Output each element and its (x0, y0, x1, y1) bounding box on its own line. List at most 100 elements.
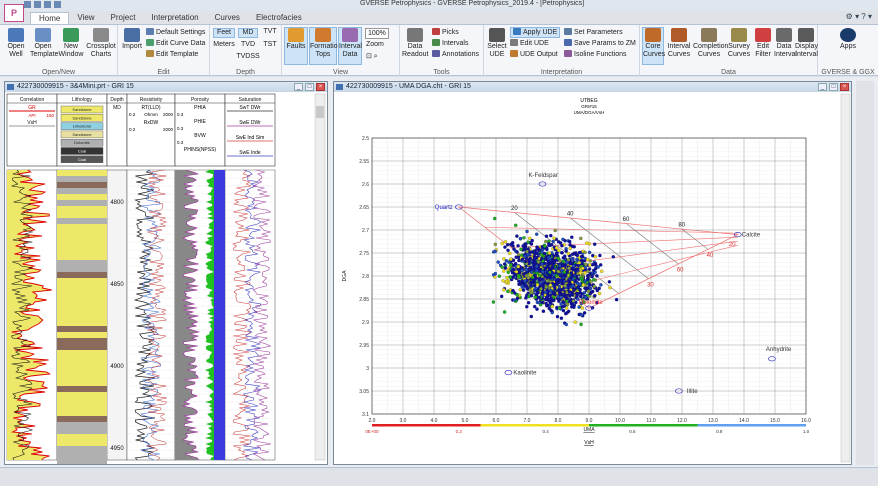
import-button[interactable]: Import (120, 28, 144, 51)
chart-scrollbar[interactable] (840, 93, 851, 463)
minimize-button[interactable]: _ (818, 83, 827, 91)
tvdss-button[interactable]: TVDSS (236, 53, 260, 61)
undo-icon[interactable] (34, 1, 41, 8)
edit-curve-data-button[interactable]: Edit Curve Data (146, 39, 205, 48)
data-point (549, 242, 554, 247)
faults-button[interactable]: Faults (284, 27, 308, 65)
crossplot-charts-button[interactable]: Crossplot Charts (86, 28, 116, 59)
meters-button[interactable]: Meters (213, 41, 235, 49)
data-point (580, 306, 585, 310)
apply-ude-button[interactable]: Apply UDE (510, 27, 561, 38)
core-curves-button[interactable]: Core Curves (642, 27, 665, 65)
zoom-fit-icon[interactable]: ⊡ ⌕ (366, 52, 378, 61)
depth-label: 4800 (110, 200, 124, 206)
save-params-button[interactable]: Save Params to ZM (564, 39, 636, 48)
app-logo[interactable]: P (4, 4, 24, 22)
quick-access-toolbar[interactable] (24, 1, 61, 8)
interval-curves-button[interactable]: Interval Curves (666, 28, 692, 59)
annotations-button[interactable]: Annotations (432, 50, 479, 59)
completion-curves-button[interactable]: Completion Curves (693, 28, 728, 59)
track-header-title: Correlation (20, 97, 45, 103)
new-window-button[interactable]: New Window (58, 28, 84, 59)
md-button[interactable]: MD (238, 28, 258, 38)
data-point (555, 314, 560, 319)
data-point (578, 271, 583, 275)
close-button[interactable]: × (316, 83, 325, 91)
data-point (592, 284, 596, 289)
intervals-button[interactable]: Intervals (432, 39, 468, 48)
lithology-band (57, 434, 107, 440)
log-window[interactable]: 422730009915 - 3&4Mini.prt - GRI 15 _ □ × … (4, 81, 328, 465)
colorbar-tick: 0.2 (456, 429, 463, 434)
tst-button[interactable]: TST (261, 41, 279, 49)
tab-interpretation[interactable]: Interpretation (143, 12, 206, 24)
apps-button[interactable]: Apps (836, 28, 860, 51)
data-point (561, 259, 566, 264)
edit-filter-button[interactable]: Edit Filter (753, 28, 773, 59)
isoline-functions-button[interactable]: Isoline Functions (564, 50, 627, 59)
chart-window-title[interactable]: 422730009915 - UMA DGA.cht - GRI 15 _ □ × (334, 82, 851, 92)
depth-unit: MD (113, 105, 121, 111)
data-point (525, 229, 529, 234)
zoom-select[interactable]: 100% (365, 28, 389, 39)
picks-button[interactable]: Picks (432, 28, 459, 37)
y-tick-label: 2.65 (359, 205, 369, 211)
tab-electrofacies[interactable]: Electrofacies (248, 12, 310, 24)
edit-template-button[interactable]: Edit Template (146, 50, 198, 59)
maximize-button[interactable]: □ (305, 83, 314, 91)
display-interval-button[interactable]: Display Interval (795, 28, 818, 59)
log-scrollbar[interactable] (314, 93, 326, 461)
curve-label-rt: RT(LLD) (141, 105, 160, 111)
save-icon[interactable] (24, 1, 31, 8)
maximize-button[interactable]: □ (829, 83, 838, 91)
log-window-title[interactable]: 422730009915 - 3&4Mini.prt - GRI 15 _ □ × (5, 82, 327, 92)
print-icon[interactable] (54, 1, 61, 8)
lithology-band (57, 326, 107, 332)
data-point (566, 251, 571, 256)
data-point (587, 267, 592, 271)
lithology-band (57, 404, 107, 410)
data-interval-button[interactable]: Data Interval (774, 28, 797, 59)
tab-view[interactable]: View (69, 12, 102, 24)
log-plot[interactable]: Correlation Lithology Depth Resistivity Poro… (5, 92, 327, 464)
group-depth: Feet Meters MD TVD TVDSS TVT TST Depth (210, 25, 282, 77)
data-point (519, 247, 523, 252)
open-well-button[interactable]: Open Well (4, 28, 28, 59)
tab-project[interactable]: Project (103, 12, 144, 24)
chart-window[interactable]: 422730009915 - UMA DGA.cht - GRI 15 _ □ × … (333, 81, 852, 465)
lithology-band (57, 386, 107, 392)
data-point (509, 243, 514, 247)
data-point (577, 250, 582, 255)
data-point (582, 290, 587, 295)
lithology-band (57, 338, 107, 344)
minimize-button[interactable]: _ (294, 83, 303, 91)
help-icon[interactable]: ⚙ ▾ ? ▾ (846, 12, 872, 21)
feet-button[interactable]: Feet (213, 28, 235, 38)
close-button[interactable]: × (840, 83, 849, 91)
log-scrollbar-thumb[interactable] (316, 106, 324, 118)
survey-curves-icon (731, 28, 747, 42)
tvd-button[interactable]: TVD (238, 41, 258, 49)
formation-tops-button[interactable]: Formation Tops (309, 27, 342, 65)
select-ude-button[interactable]: Select UDE (486, 28, 508, 59)
status-bar (0, 467, 878, 486)
data-point (517, 279, 521, 283)
lithology-band (57, 188, 107, 194)
data-point (569, 275, 573, 279)
survey-curves-button[interactable]: Survey Curves (726, 28, 752, 59)
tab-home[interactable]: Home (30, 12, 70, 24)
data-readout-button[interactable]: Data Readout (402, 28, 428, 59)
redo-icon[interactable] (44, 1, 51, 8)
interval-data-button[interactable]: Interval Data (338, 27, 362, 65)
crossplot-chart[interactable]: UTBEGGRI#15UMA/DGA/VsH2.0 3.0 4.0 5.0 6.0 7.0… (334, 92, 851, 464)
data-point (514, 270, 519, 274)
data-point (565, 311, 569, 315)
data-point (542, 251, 547, 256)
ude-output-button[interactable]: UDE Output (510, 50, 558, 59)
tvt-button[interactable]: TVT (261, 28, 279, 36)
edit-ude-button[interactable]: Edit UDE (510, 39, 549, 48)
set-parameters-button[interactable]: Set Parameters (564, 28, 623, 37)
tab-curves[interactable]: Curves (207, 12, 248, 24)
default-settings-button[interactable]: Default Settings (146, 28, 205, 37)
open-template-button[interactable]: Open Template (30, 28, 58, 59)
